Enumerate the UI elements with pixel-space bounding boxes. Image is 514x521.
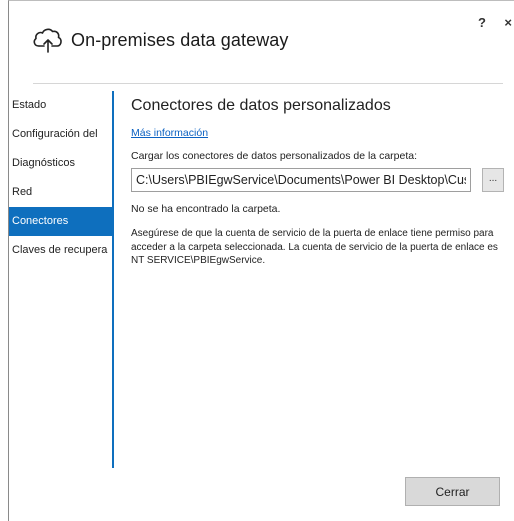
connectors-panel: Conectores de datos personalizados Más i…	[131, 97, 514, 268]
gateway-dialog: On-premises data gateway ? × Estado Conf…	[8, 0, 514, 521]
note-line: Asegúrese de que la cuenta de servicio d…	[131, 228, 494, 239]
header-divider	[33, 83, 503, 84]
status-message: No se ha encontrado la carpeta.	[131, 203, 281, 215]
more-info-link[interactable]: Más información	[131, 127, 208, 139]
sidebar-item-configuracion[interactable]: Configuración del	[9, 120, 112, 149]
window-title: On-premises data gateway	[71, 29, 289, 50]
section-title: Conectores de datos personalizados	[131, 97, 391, 114]
note-line: NT SERVICE\PBIEgwService.	[131, 255, 266, 266]
folder-label: Cargar los conectores de datos personali…	[131, 150, 418, 162]
sidebar-item-claves-recuperacion[interactable]: Claves de recupera	[9, 236, 112, 265]
folder-path-input[interactable]	[131, 168, 471, 192]
sidebar-item-diagnosticos[interactable]: Diagnósticos	[9, 149, 112, 178]
browse-button[interactable]: ...	[482, 168, 504, 192]
sidebar-item-conectores[interactable]: Conectores	[9, 207, 112, 236]
title-bar: On-premises data gateway	[31, 25, 289, 55]
cloud-upload-icon	[33, 28, 62, 53]
close-button[interactable]: Cerrar	[405, 477, 500, 506]
note-line: acceder a la carpeta seleccionada. La cu…	[131, 241, 498, 253]
close-window-button[interactable]: ×	[504, 15, 512, 30]
help-button[interactable]: ?	[478, 15, 486, 30]
folder-path-row: ...	[131, 168, 514, 192]
permission-note: Asegúrese de que la cuenta de servicio d…	[131, 227, 514, 268]
sidebar-divider	[112, 91, 114, 468]
sidebar-item-estado[interactable]: Estado	[9, 91, 112, 120]
sidebar-item-red[interactable]: Red	[9, 178, 112, 207]
sidebar: Estado Configuración del Diagnósticos Re…	[9, 89, 112, 265]
